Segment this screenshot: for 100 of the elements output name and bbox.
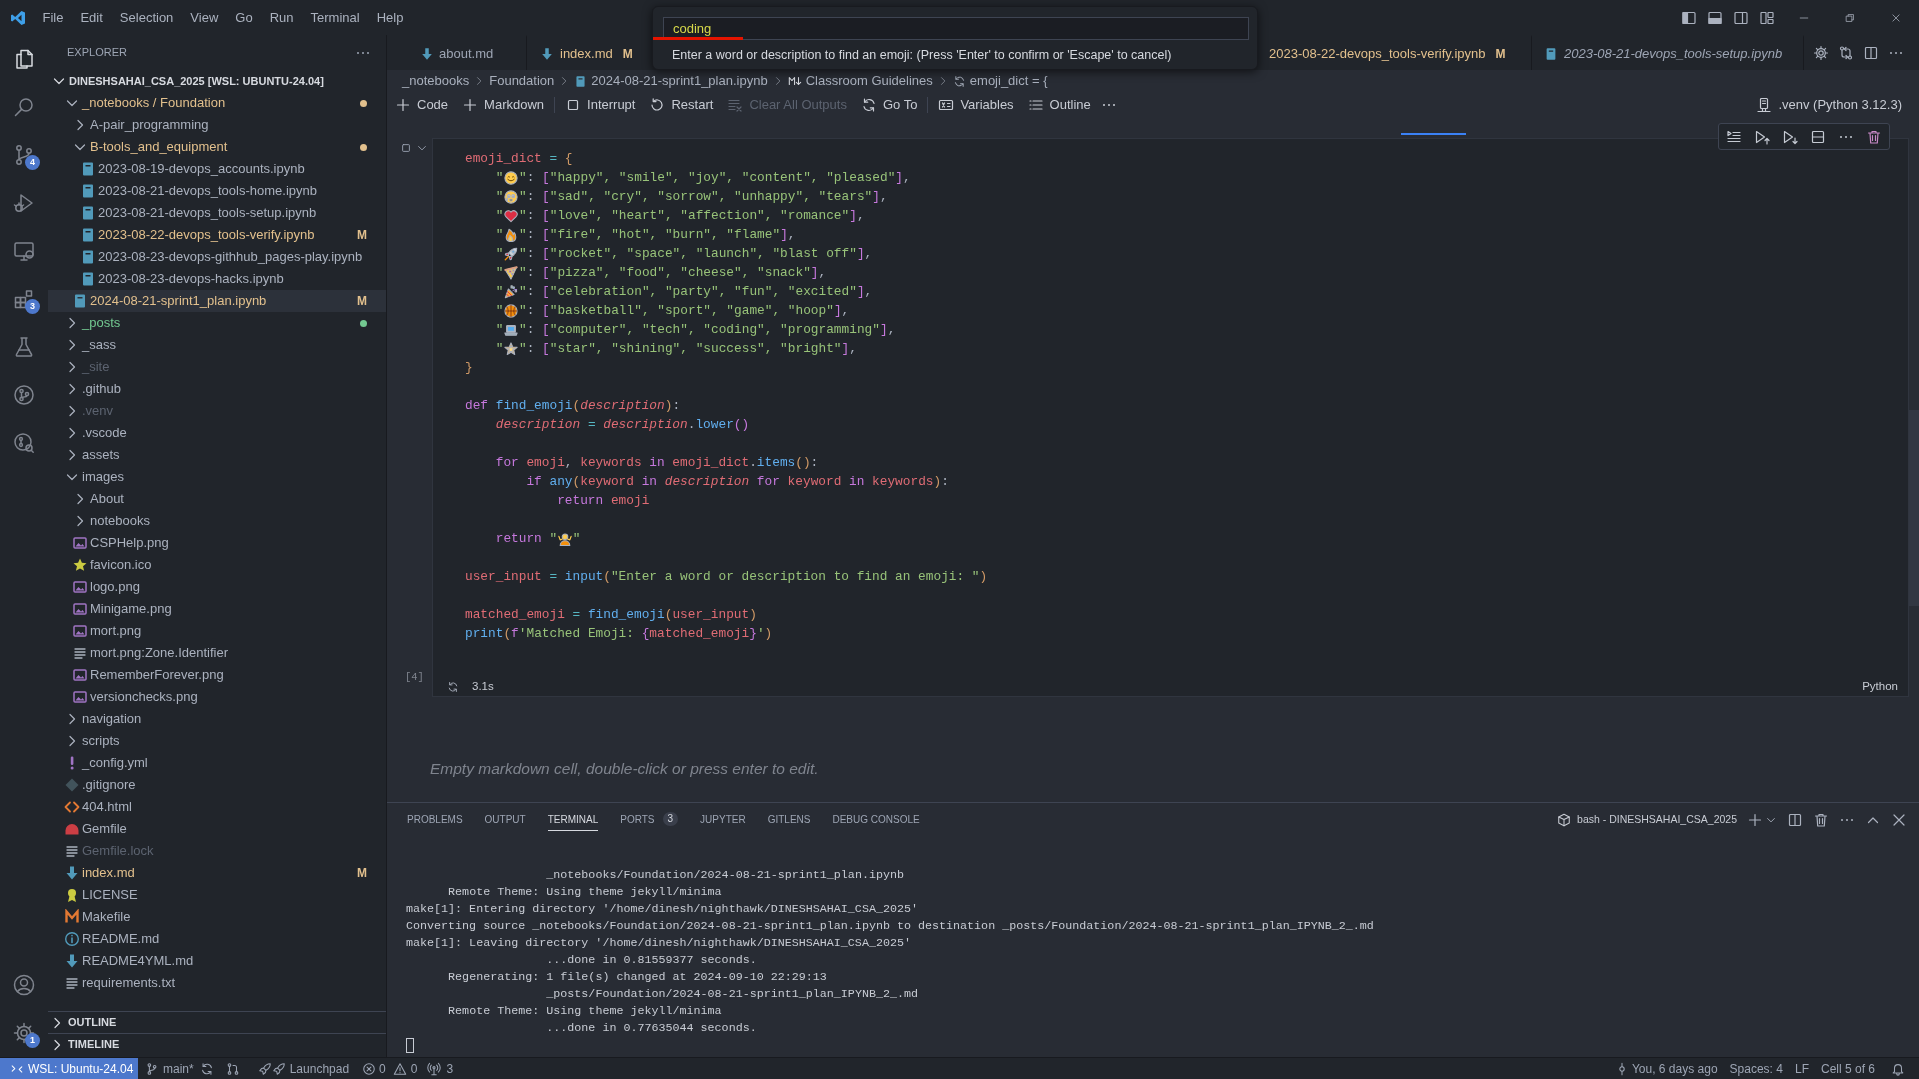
breadcrumb-item[interactable]: Foundation — [489, 71, 555, 91]
breadcrumb-item[interactable]: 2024-08-21-sprint1_plan.ipynb — [574, 71, 768, 91]
workspace-folder-header[interactable]: DINESHSAHAI_CSA_2025 [WSL: UBUNTU-24.04] — [48, 70, 386, 92]
account-icon[interactable] — [12, 973, 36, 997]
section-header[interactable]: TIMELINE — [48, 1033, 386, 1055]
tree-item[interactable]: 2023-08-21-devops_tools-home.ipynb — [48, 180, 386, 202]
tree-item[interactable]: .github — [48, 378, 386, 400]
tree-item[interactable]: requirements.txt — [48, 972, 386, 994]
tree-item[interactable]: _posts — [48, 312, 386, 334]
toolbar-button[interactable]: Go To — [856, 95, 922, 115]
layout-icon[interactable] — [1759, 9, 1775, 26]
problems-button[interactable]: 0 0 — [362, 1059, 418, 1078]
terminal-instance[interactable]: bash - DINESHSAHAI_CSA_2025 — [1557, 811, 1737, 828]
tree-item[interactable]: scripts — [48, 730, 386, 752]
tree-item[interactable]: _config.yml — [48, 752, 386, 774]
tree-item[interactable]: B-tools_and_equipment — [48, 136, 386, 158]
breadcrumb-item[interactable]: emoji_dict = { — [952, 71, 1048, 91]
tree-item[interactable]: mort.png:Zone.Identifier — [48, 642, 386, 664]
tree-item[interactable]: RememberForever.png — [48, 664, 386, 686]
tree-item[interactable]: images — [48, 466, 386, 488]
menu-item[interactable]: Terminal — [302, 6, 369, 29]
pull-request-icon[interactable] — [225, 1061, 240, 1076]
panel-tab[interactable]: PROBLEMS — [407, 808, 463, 831]
tree-item[interactable]: 404.html — [48, 796, 386, 818]
toolbar-button[interactable]: Variables — [934, 95, 1018, 115]
trash-icon[interactable] — [1813, 811, 1829, 828]
tree-item[interactable]: Gemfile — [48, 818, 386, 840]
trash-icon[interactable] — [1866, 128, 1882, 145]
tree-item[interactable]: README.md — [48, 928, 386, 950]
settings-icon[interactable] — [1813, 44, 1829, 61]
eol-button[interactable]: LF — [1794, 1059, 1809, 1078]
compare-changes-icon[interactable] — [1838, 44, 1854, 61]
bell-icon[interactable] — [1891, 1061, 1905, 1076]
tree-item[interactable]: LICENSE — [48, 884, 386, 906]
tree-item[interactable]: _sass — [48, 334, 386, 356]
panel-tab[interactable]: JUPYTER — [700, 808, 746, 831]
settings-icon[interactable] — [12, 1021, 36, 1045]
tree-item[interactable]: 2023-08-19-devops_accounts.ipynb — [48, 158, 386, 180]
tree-item[interactable]: index.md M — [48, 862, 386, 884]
square-icon[interactable] — [400, 142, 412, 154]
split-editor-icon[interactable] — [1863, 44, 1879, 61]
menu-item[interactable]: Help — [368, 6, 412, 29]
split-terminal-icon[interactable] — [1787, 811, 1803, 828]
close-icon[interactable] — [1891, 12, 1901, 23]
tree-item[interactable]: 2024-08-21-sprint1_plan.ipynb M — [48, 290, 386, 312]
monitor-icon[interactable] — [12, 239, 36, 263]
menu-item[interactable]: Go — [226, 6, 262, 29]
run-by-line-icon[interactable] — [1726, 128, 1742, 145]
tree-item[interactable]: Minigame.png — [48, 598, 386, 620]
tree-item[interactable]: mort.png — [48, 620, 386, 642]
tree-item[interactable]: 2023-08-21-devops_tools-setup.ipynb — [48, 202, 386, 224]
panel-tab[interactable]: DEBUG CONSOLE — [832, 808, 920, 831]
indentation-button[interactable]: Spaces: 4 — [1729, 1059, 1783, 1078]
run-above-icon[interactable] — [1754, 128, 1770, 145]
breadcrumb-item[interactable]: _notebooks — [402, 71, 470, 91]
plus-icon[interactable] — [1747, 811, 1763, 828]
toolbar-button[interactable]: Markdown — [458, 95, 549, 115]
panel-layout-icon[interactable] — [1707, 9, 1723, 26]
toolbar-button[interactable]: Restart — [645, 95, 718, 115]
right-sidebar-layout-icon[interactable] — [1733, 9, 1749, 26]
tree-item[interactable]: notebooks — [48, 510, 386, 532]
menu-item[interactable]: View — [181, 6, 227, 29]
tree-item[interactable]: logo.png — [48, 576, 386, 598]
branch-circle-icon[interactable] — [12, 383, 36, 407]
play-bug-icon[interactable] — [12, 191, 36, 215]
tree-item[interactable]: .vscode — [48, 422, 386, 444]
menu-item[interactable]: Selection — [111, 6, 182, 29]
tree-item[interactable]: favicon.ico — [48, 554, 386, 576]
panel-tab[interactable]: TERMINAL — [547, 808, 599, 831]
tree-item[interactable]: 2023-08-23-devops-githhub_pages-play.ipynb — [48, 246, 386, 268]
tree-item[interactable]: README4YML.md — [48, 950, 386, 972]
kernel-picker[interactable]: .venv (Python 3.12.3) — [1756, 95, 1902, 115]
run-below-icon[interactable] — [1782, 128, 1798, 145]
tree-item[interactable]: versionchecks.png — [48, 686, 386, 708]
restore-icon[interactable] — [1845, 12, 1855, 23]
section-header[interactable]: OUTLINE — [48, 1011, 386, 1033]
split-cell-icon[interactable] — [1810, 128, 1826, 145]
toolbar-button[interactable]: Interrupt — [561, 95, 640, 115]
tree-item[interactable]: navigation — [48, 708, 386, 730]
menu-item[interactable]: File — [34, 6, 72, 29]
panel-tab[interactable]: GITLENS — [767, 808, 811, 831]
tree-item[interactable]: _notebooks / Foundation — [48, 92, 386, 114]
tree-item[interactable]: A-pair_programming — [48, 114, 386, 136]
toolbar-button[interactable]: Outline — [1023, 95, 1095, 115]
tree-item[interactable]: assets — [48, 444, 386, 466]
sync-icon[interactable] — [199, 1061, 214, 1076]
toolbar-button[interactable]: Code — [391, 95, 453, 115]
tree-item[interactable]: CSPHelp.png — [48, 532, 386, 554]
tree-item[interactable]: Makefile — [48, 906, 386, 928]
tree-item[interactable]: 2023-08-22-devops_tools-verify.ipynb M — [48, 224, 386, 246]
remote-indicator[interactable]: WSL: Ubuntu-24.04 — [0, 1058, 138, 1079]
menu-item[interactable]: Edit — [71, 6, 112, 29]
menu-item[interactable]: Run — [261, 6, 302, 29]
branch-button[interactable]: main* — [145, 1059, 194, 1078]
tree-item[interactable]: 2023-08-23-devops-hacks.ipynb — [48, 268, 386, 290]
quick-input-field[interactable]: coding — [663, 17, 1249, 40]
ports-button[interactable]: 3 — [427, 1059, 454, 1078]
breadcrumb-item[interactable]: Classroom Guidelines — [787, 71, 933, 91]
branch-magnifier-icon[interactable] — [12, 431, 36, 455]
tree-item[interactable]: About — [48, 488, 386, 510]
